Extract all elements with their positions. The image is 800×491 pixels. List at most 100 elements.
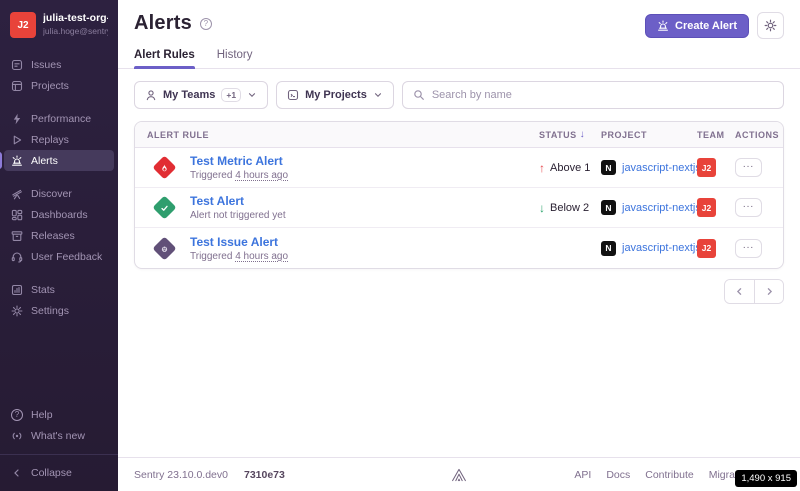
footer-link-api[interactable]: API <box>574 469 591 481</box>
project-link[interactable]: javascript-nextjs <box>622 162 701 174</box>
team-badge[interactable]: J2 <box>697 198 716 217</box>
alert-rule-link[interactable]: Test Alert <box>190 194 286 209</box>
footer: Sentry 23.10.0.dev0 7310e73 API Docs Con… <box>118 457 800 491</box>
sidebar: J2 julia-test-org-2 … julia.hoge@sentry.… <box>0 0 118 491</box>
chevron-down-icon <box>373 90 383 100</box>
projects-filter-button[interactable]: My Projects <box>276 81 394 109</box>
nextjs-platform-icon: N <box>601 160 616 175</box>
broadcast-icon <box>11 430 23 442</box>
footer-link-docs[interactable]: Docs <box>606 469 630 481</box>
project-cell: Njavascript-nextjs <box>601 160 697 175</box>
project-cell: Njavascript-nextjs <box>601 241 697 256</box>
sidebar-item-dashboards[interactable]: Dashboards <box>0 204 118 225</box>
build-hash[interactable]: 7310e73 <box>244 469 285 481</box>
previous-page-button[interactable] <box>725 280 754 303</box>
sidebar-collapse-button[interactable]: Collapse <box>0 462 118 483</box>
teams-filter-label: My Teams <box>163 89 215 101</box>
tab-history[interactable]: History <box>217 49 253 68</box>
gear-icon <box>764 19 777 32</box>
teams-filter-button[interactable]: My Teams +1 <box>134 81 268 109</box>
table-row: Test Issue Alert Triggered 4 hours ago N… <box>135 228 783 268</box>
sidebar-item-stats[interactable]: Stats <box>0 279 118 300</box>
status-cell: ↑Above 1 <box>539 161 601 175</box>
replays-icon <box>11 134 23 146</box>
tab-alert-rules[interactable]: Alert Rules <box>134 49 195 68</box>
sidebar-item-label: Dashboards <box>31 209 88 221</box>
row-actions-button[interactable]: ... <box>735 198 762 217</box>
projects-icon <box>11 80 23 92</box>
sidebar-item-label: What's new <box>31 430 85 442</box>
gear-icon <box>11 305 23 317</box>
alert-rule-link[interactable]: Test Issue Alert <box>190 235 288 250</box>
screen-size-badge: 1,490 x 915 <box>735 470 797 487</box>
active-accent <box>0 152 2 169</box>
relative-time-link[interactable]: 4 hours ago <box>235 170 288 181</box>
org-switcher[interactable]: J2 julia-test-org-2 … julia.hoge@sentry.… <box>0 10 118 44</box>
footer-link-contribute[interactable]: Contribute <box>645 469 693 481</box>
project-link[interactable]: javascript-nextjs <box>622 202 701 214</box>
sidebar-item-replays[interactable]: Replays <box>0 129 118 150</box>
projects-icon <box>287 89 299 101</box>
main-content: Alerts ? Create Alert Alert Rules Histor… <box>118 0 800 491</box>
metric-alert-critical-icon <box>152 155 176 179</box>
status-cell: ↓Below 2 <box>539 201 601 215</box>
alert-rule-subtext: Triggered 4 hours ago <box>190 170 288 181</box>
sidebar-item-settings[interactable]: Settings <box>0 300 118 321</box>
sidebar-item-discover[interactable]: Discover <box>0 183 118 204</box>
sentry-logo <box>450 467 468 483</box>
sidebar-item-label: Performance <box>31 113 91 125</box>
team-badge[interactable]: J2 <box>697 239 716 258</box>
create-alert-button[interactable]: Create Alert <box>645 14 749 38</box>
alert-rule-subtext: Triggered 4 hours ago <box>190 251 288 262</box>
sort-desc-icon: ↓ <box>580 129 586 140</box>
column-header-actions: Actions <box>735 130 771 140</box>
nextjs-platform-icon: N <box>601 241 616 256</box>
column-header-status[interactable]: Status↓ <box>539 129 601 140</box>
chevron-down-icon <box>247 90 257 100</box>
row-actions-button[interactable]: ... <box>735 158 762 177</box>
sidebar-item-label: Releases <box>31 230 75 242</box>
sidebar-item-help[interactable]: ? Help <box>0 404 118 425</box>
page-help-icon[interactable]: ? <box>200 18 212 30</box>
nextjs-platform-icon: N <box>601 200 616 215</box>
sidebar-item-label: Stats <box>31 284 55 296</box>
alert-resolved-icon <box>152 195 176 219</box>
row-actions-button[interactable]: ... <box>735 239 762 258</box>
relative-time-link[interactable]: 4 hours ago <box>235 251 288 262</box>
stats-icon <box>11 284 23 296</box>
issues-icon <box>11 59 23 71</box>
org-avatar: J2 <box>10 12 36 38</box>
sidebar-item-label: Projects <box>31 80 69 92</box>
sidebar-item-releases[interactable]: Releases <box>0 225 118 246</box>
team-badge[interactable]: J2 <box>697 158 716 177</box>
chevron-left-icon <box>11 467 23 479</box>
sidebar-item-projects[interactable]: Projects <box>0 75 118 96</box>
page-title: Alerts <box>134 12 192 35</box>
alert-settings-button[interactable] <box>757 12 784 39</box>
column-header-alert-rule[interactable]: Alert Rule <box>147 130 539 140</box>
sidebar-item-label: Discover <box>31 188 72 200</box>
arrow-up-icon: ↑ <box>539 161 545 175</box>
sidebar-item-user-feedback[interactable]: User Feedback <box>0 246 118 267</box>
sidebar-item-alerts[interactable]: Alerts <box>0 150 118 171</box>
sidebar-item-issues[interactable]: Issues <box>0 54 118 75</box>
alert-rules-table: Alert Rule Status↓ Project Team Actions … <box>134 121 784 269</box>
next-page-button[interactable] <box>754 280 783 303</box>
teams-extra-badge: +1 <box>221 88 241 102</box>
sidebar-item-label: Replays <box>31 134 69 146</box>
project-link[interactable]: javascript-nextjs <box>622 242 701 254</box>
sidebar-item-whats-new[interactable]: What's new <box>0 425 118 446</box>
sidebar-item-label: Settings <box>31 305 69 317</box>
column-header-team[interactable]: Team <box>697 130 735 140</box>
releases-icon <box>11 230 23 242</box>
alert-rule-link[interactable]: Test Metric Alert <box>190 154 288 169</box>
sidebar-item-label: Alerts <box>31 155 58 167</box>
discover-icon <box>11 188 23 200</box>
column-header-project[interactable]: Project <box>601 130 697 140</box>
search-icon <box>413 89 425 101</box>
sidebar-item-performance[interactable]: Performance <box>0 108 118 129</box>
search-input[interactable] <box>432 89 773 101</box>
alerts-siren-icon <box>657 20 669 32</box>
alert-rule-subtext: Alert not triggered yet <box>190 210 286 221</box>
sidebar-item-label: Issues <box>31 59 61 71</box>
